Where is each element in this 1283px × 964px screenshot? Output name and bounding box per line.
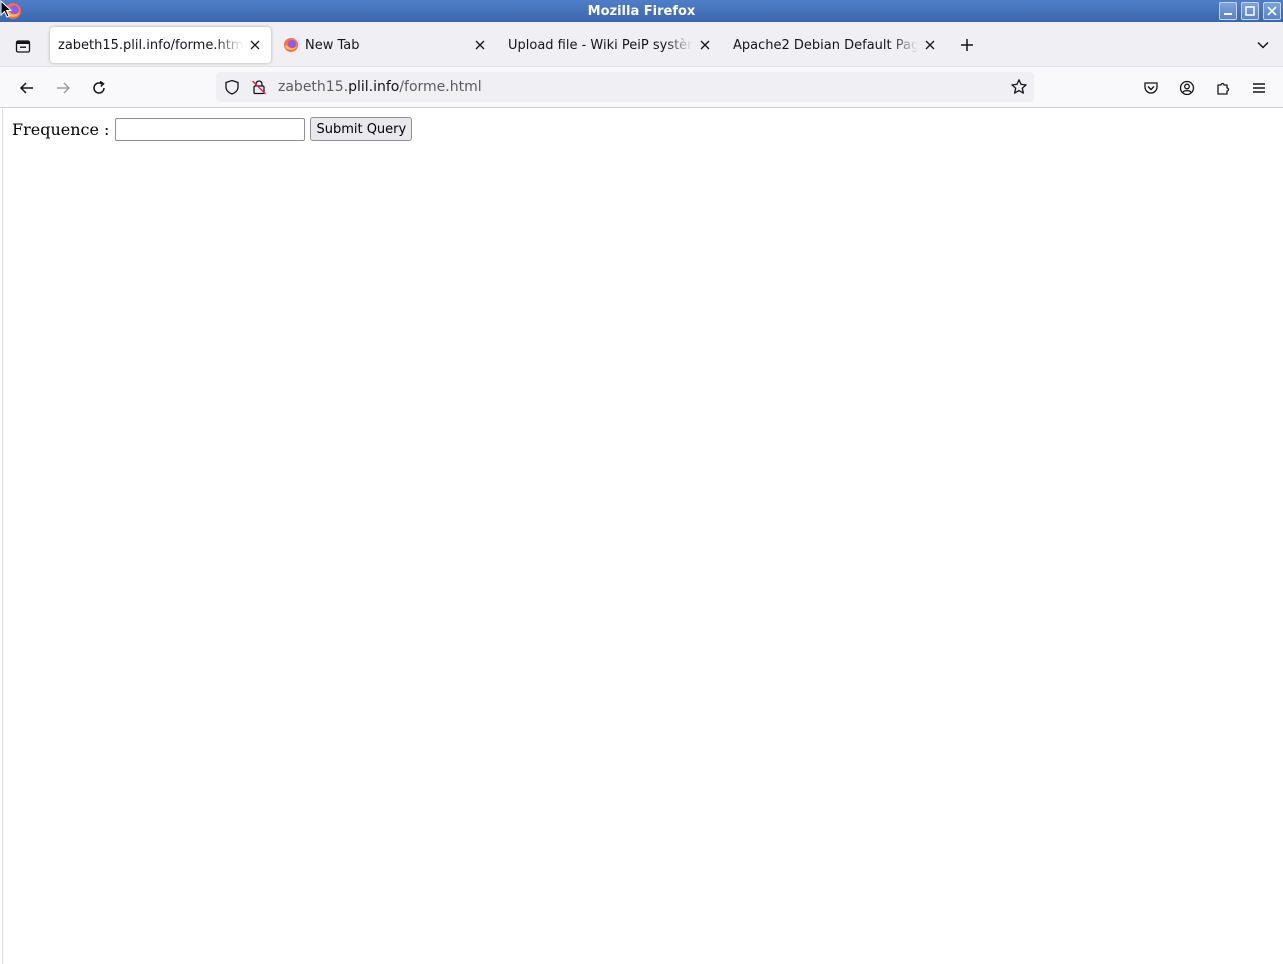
tab-strip: zabeth15.plil.info/forme.html New Tab Up… bbox=[0, 22, 1283, 67]
window-titlebar[interactable]: Mozilla Firefox bbox=[0, 0, 1283, 22]
url-path: /forme.html bbox=[399, 79, 482, 95]
frequency-label: Frequence : bbox=[12, 119, 110, 139]
url-host-prefix: zabeth15. bbox=[278, 79, 349, 95]
puzzle-icon bbox=[1217, 82, 1230, 95]
chevron-down-icon bbox=[1257, 41, 1269, 49]
window-title: Mozilla Firefox bbox=[587, 3, 696, 19]
shield-icon[interactable] bbox=[224, 79, 240, 95]
close-icon bbox=[1267, 6, 1277, 16]
tab-title: New Tab bbox=[305, 37, 360, 53]
back-button[interactable] bbox=[14, 75, 40, 101]
bookmark-star-icon[interactable] bbox=[1010, 78, 1028, 96]
firefox-icon bbox=[284, 38, 298, 52]
maximize-icon bbox=[1245, 6, 1255, 16]
tab-close-button[interactable] bbox=[247, 37, 263, 53]
app-menu-button[interactable] bbox=[1246, 75, 1272, 101]
minimize-icon bbox=[1224, 13, 1232, 15]
close-icon bbox=[925, 40, 935, 50]
url-bar[interactable]: zabeth15.plil.info/forme.html bbox=[216, 72, 1034, 102]
extensions-button[interactable] bbox=[1210, 75, 1236, 101]
pocket-button[interactable] bbox=[1138, 75, 1164, 101]
new-tab-button[interactable] bbox=[955, 33, 979, 57]
account-button[interactable] bbox=[1174, 75, 1200, 101]
tab-new-tab[interactable]: New Tab bbox=[275, 27, 496, 63]
close-icon bbox=[700, 40, 710, 50]
hamburger-menu-icon bbox=[1253, 83, 1265, 93]
tab-upload-file[interactable]: Upload file - Wiki PeiP systèmes bbox=[500, 27, 721, 63]
insecure-lock-icon[interactable] bbox=[251, 79, 267, 95]
arrow-right-icon bbox=[57, 82, 71, 94]
reload-icon bbox=[93, 80, 105, 94]
tab-title: Apache2 Debian Default Page bbox=[733, 37, 918, 53]
close-window-button[interactable] bbox=[1263, 2, 1281, 20]
account-icon bbox=[1179, 80, 1195, 96]
tab-title: zabeth15.plil.info/forme.html bbox=[58, 37, 243, 53]
forward-button[interactable] bbox=[50, 75, 76, 101]
maximize-button[interactable] bbox=[1241, 2, 1259, 20]
tab-apache-default[interactable]: Apache2 Debian Default Page bbox=[725, 27, 946, 63]
submit-query-button[interactable]: Submit Query bbox=[310, 117, 413, 141]
navigation-toolbar: zabeth15.plil.info/forme.html bbox=[0, 67, 1283, 108]
close-icon bbox=[475, 40, 485, 50]
firefox-view-button[interactable] bbox=[10, 33, 36, 59]
close-icon bbox=[250, 40, 260, 50]
reload-button[interactable] bbox=[86, 75, 112, 101]
url-host: plil.info bbox=[348, 79, 400, 95]
page-content: Frequence : Submit Query bbox=[2, 109, 1283, 964]
tab-close-button[interactable] bbox=[697, 37, 713, 53]
tab-close-button[interactable] bbox=[922, 37, 938, 53]
mouse-cursor-icon bbox=[0, 0, 12, 18]
tab-close-button[interactable] bbox=[472, 37, 488, 53]
frequency-form: Frequence : Submit Query bbox=[12, 117, 413, 141]
url-text: zabeth15.plil.info/forme.html bbox=[278, 79, 482, 95]
plus-icon bbox=[961, 39, 973, 51]
tab-forme[interactable]: zabeth15.plil.info/forme.html bbox=[50, 27, 271, 63]
minimize-button[interactable] bbox=[1219, 2, 1237, 20]
firefox-view-icon bbox=[15, 40, 31, 53]
tab-title: Upload file - Wiki PeiP systèmes bbox=[508, 37, 693, 53]
frequency-input[interactable] bbox=[115, 117, 306, 141]
arrow-left-icon bbox=[19, 82, 33, 94]
pocket-icon bbox=[1144, 82, 1158, 94]
list-all-tabs-button[interactable] bbox=[1253, 35, 1273, 55]
